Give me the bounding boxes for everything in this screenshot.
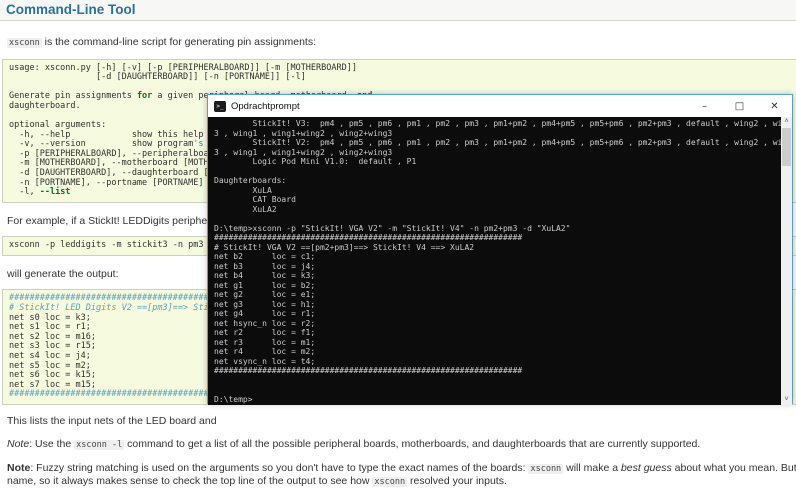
line: XuLA2 <box>214 204 277 214</box>
line: net g3 loc = h1; <box>214 299 316 309</box>
line: net r2 loc = f1; <box>214 328 316 337</box>
line <box>214 167 781 177</box>
line: net b2 loc = c1; <box>214 252 316 261</box>
terminal-titlebar[interactable]: >_ Opdrachtprompt – □ ✕ <box>208 95 792 117</box>
line: [-d [DAUGHTERBOARD]] [-n [PORTNAME]] [-l… <box>9 72 306 83</box>
terminal-output[interactable]: StickIt! V3: pm4 , pm5 , pm6 , pm1 , pm2… <box>208 117 781 405</box>
line: 3 , wing1 , wing1+wing2 , wing2+wing3 <box>214 128 393 138</box>
maximize-icon[interactable]: □ <box>722 95 757 117</box>
line: net g1 loc = b2; <box>214 280 316 290</box>
line: net g2 loc = e1; <box>214 290 316 299</box>
line: net r4 loc = m2; <box>214 347 316 356</box>
line: Logic Pod Mini V1.0: default , P1 <box>214 157 417 166</box>
line: # StickIt! VGA V2 ==[pm2+pm3]==> StickIt… <box>214 242 475 252</box>
command-prompt-window[interactable]: >_ Opdrachtprompt – □ ✕ StickIt! V3: pm4… <box>207 94 793 405</box>
scroll-up-icon[interactable]: ˄ <box>784 117 788 127</box>
note-supported-boards: Note: Use the xsconn -l command to get a… <box>7 438 701 451</box>
line: D:\temp>xsconn -p "StickIt! VGA V2" -m "… <box>214 223 571 233</box>
line: StickIt! V3: pm4 , pm5 , pm6 , pm1 , pm2… <box>214 119 781 128</box>
line: CAT Board <box>214 195 296 204</box>
scrollbar-thumb[interactable] <box>782 128 791 166</box>
note-fuzzy-line2: name, so it always makes sense to check … <box>7 475 507 488</box>
close-icon[interactable]: ✕ <box>757 95 792 117</box>
page-header: Command-Line Tool <box>0 0 796 21</box>
minimize-icon[interactable]: – <box>687 95 722 117</box>
command-prompt-icon: >_ <box>214 100 226 112</box>
line <box>214 385 781 395</box>
intro-paragraph: xsconn is the command-line script for ge… <box>7 36 317 48</box>
page-title: Command-Line Tool <box>6 2 136 17</box>
line: ########################################… <box>214 233 523 242</box>
scroll-down-icon[interactable]: ˅ <box>784 395 788 405</box>
line: Daughterboards: <box>214 176 287 185</box>
terminal-scrollbar[interactable]: ˄ ˅ <box>781 117 792 405</box>
line: XuLA <box>214 185 272 195</box>
line: net b3 loc = j4; <box>214 261 316 271</box>
note-fuzzy-line1: Note: Fuzzy string matching is used on t… <box>7 461 796 474</box>
line: 3 , wing1 , wing1+wing2 , wing2+wing3 <box>214 147 393 157</box>
line <box>214 214 781 224</box>
lists-paragraph: This lists the input nets of the LED boa… <box>7 414 217 427</box>
terminal-body: StickIt! V3: pm4 , pm5 , pm6 , pm1 , pm2… <box>208 117 792 405</box>
line: net vsync_n loc = t4; <box>214 356 316 366</box>
line: ########################################… <box>214 366 523 375</box>
line: net hsync_n loc = r2; <box>214 318 316 328</box>
line: net b4 loc = k3; <box>214 271 316 280</box>
terminal-title: Opdrachtprompt <box>231 100 300 112</box>
line: net g4 loc = r1; <box>214 309 316 318</box>
line <box>214 376 781 386</box>
line: StickIt! V2: pm4 , pm5 , pm6 , pm1 , pm2… <box>214 138 781 147</box>
note-fuzzy-matching: Note: Fuzzy string matching is used on t… <box>0 462 796 489</box>
line: net r3 loc = m1; <box>214 337 316 347</box>
window-controls: – □ ✕ <box>687 95 792 117</box>
line: D:\temp> <box>214 394 253 404</box>
